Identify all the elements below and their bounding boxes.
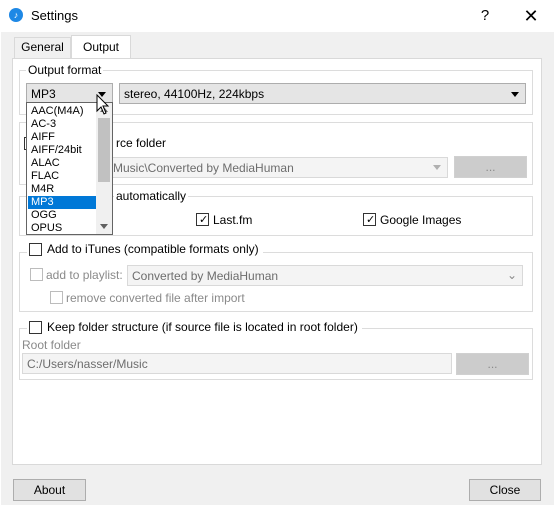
playlist-select-value: Converted by MediaHuman [132,269,279,283]
chevron-down-icon [511,92,519,97]
google-images-label: Google Images [380,213,462,227]
lastfm-checkbox[interactable]: ✓ [196,213,209,226]
format-option-opus[interactable]: OPUS [28,222,100,234]
lastfm-label: Last.fm [213,213,253,227]
google-images-checkbox[interactable]: ✓ [363,213,376,226]
format-option-flac[interactable]: FLAC [28,170,100,183]
chevron-down-icon: ⌄ [506,268,517,282]
itunes-legend: Add to iTunes (compatible formats only) [27,242,263,256]
browse-root-button[interactable]: ... [456,353,529,375]
source-folder-label: rce folder [116,136,167,150]
root-folder-path: C:/Users/nasser/Music [27,357,148,371]
keep-structure-checkbox[interactable] [29,321,42,334]
playlist-select[interactable]: Converted by MediaHuman ⌄ [127,265,523,286]
format-option-m4r[interactable]: M4R [28,183,100,196]
close-button[interactable]: Close [469,479,541,501]
tab-output[interactable]: Output [71,35,131,59]
format-option-aiff24[interactable]: AIFF/24bit [28,144,100,157]
covers-legend: automatically [114,189,189,203]
format-select-value: MP3 [31,87,56,101]
format-option-aac[interactable]: AAC(M4A) [28,105,100,118]
keep-structure-legend: Keep folder structure (if source file is… [27,320,362,334]
app-icon: ♪ [9,8,23,22]
browse-output-button[interactable]: ... [454,156,527,178]
quality-select-value: stereo, 44100Hz, 224kbps [124,87,265,101]
add-to-playlist-label: add to playlist: [46,268,123,282]
format-option-ogg[interactable]: OGG [28,209,100,222]
output-path-text: Music\Converted by MediaHuman [113,161,294,175]
help-button[interactable]: ? [470,4,500,28]
add-to-itunes-checkbox[interactable] [29,243,42,256]
format-option-alac[interactable]: ALAC [28,157,100,170]
about-button[interactable]: About [13,479,86,501]
check-icon: ✓ [366,214,376,226]
format-option-mp3[interactable]: MP3 [28,196,100,209]
output-format-legend: Output format [26,63,104,77]
root-folder-field[interactable]: C:/Users/nasser/Music [22,353,452,374]
dropdown-scrollbar[interactable] [96,103,112,234]
remove-after-import-label: remove converted file after import [66,291,245,305]
chevron-down-icon [433,165,441,170]
format-option-aiff[interactable]: AIFF [28,131,100,144]
scrollbar-thumb[interactable] [98,118,110,182]
root-folder-label: Root folder [22,338,81,352]
scroll-down-icon[interactable] [100,224,108,229]
quality-select[interactable]: stereo, 44100Hz, 224kbps [119,83,526,104]
mouse-cursor-icon [96,94,110,115]
window-title: Settings [31,8,78,23]
check-icon: ✓ [199,214,209,226]
format-option-ac3[interactable]: AC-3 [28,118,100,131]
close-window-button[interactable]: ✕ [514,4,548,28]
keep-structure-label: Keep folder structure (if source file is… [47,320,358,334]
add-to-itunes-label: Add to iTunes (compatible formats only) [47,242,259,256]
add-to-playlist-checkbox[interactable] [30,268,43,281]
remove-after-import-checkbox[interactable] [50,291,63,304]
tab-general[interactable]: General [14,37,71,58]
